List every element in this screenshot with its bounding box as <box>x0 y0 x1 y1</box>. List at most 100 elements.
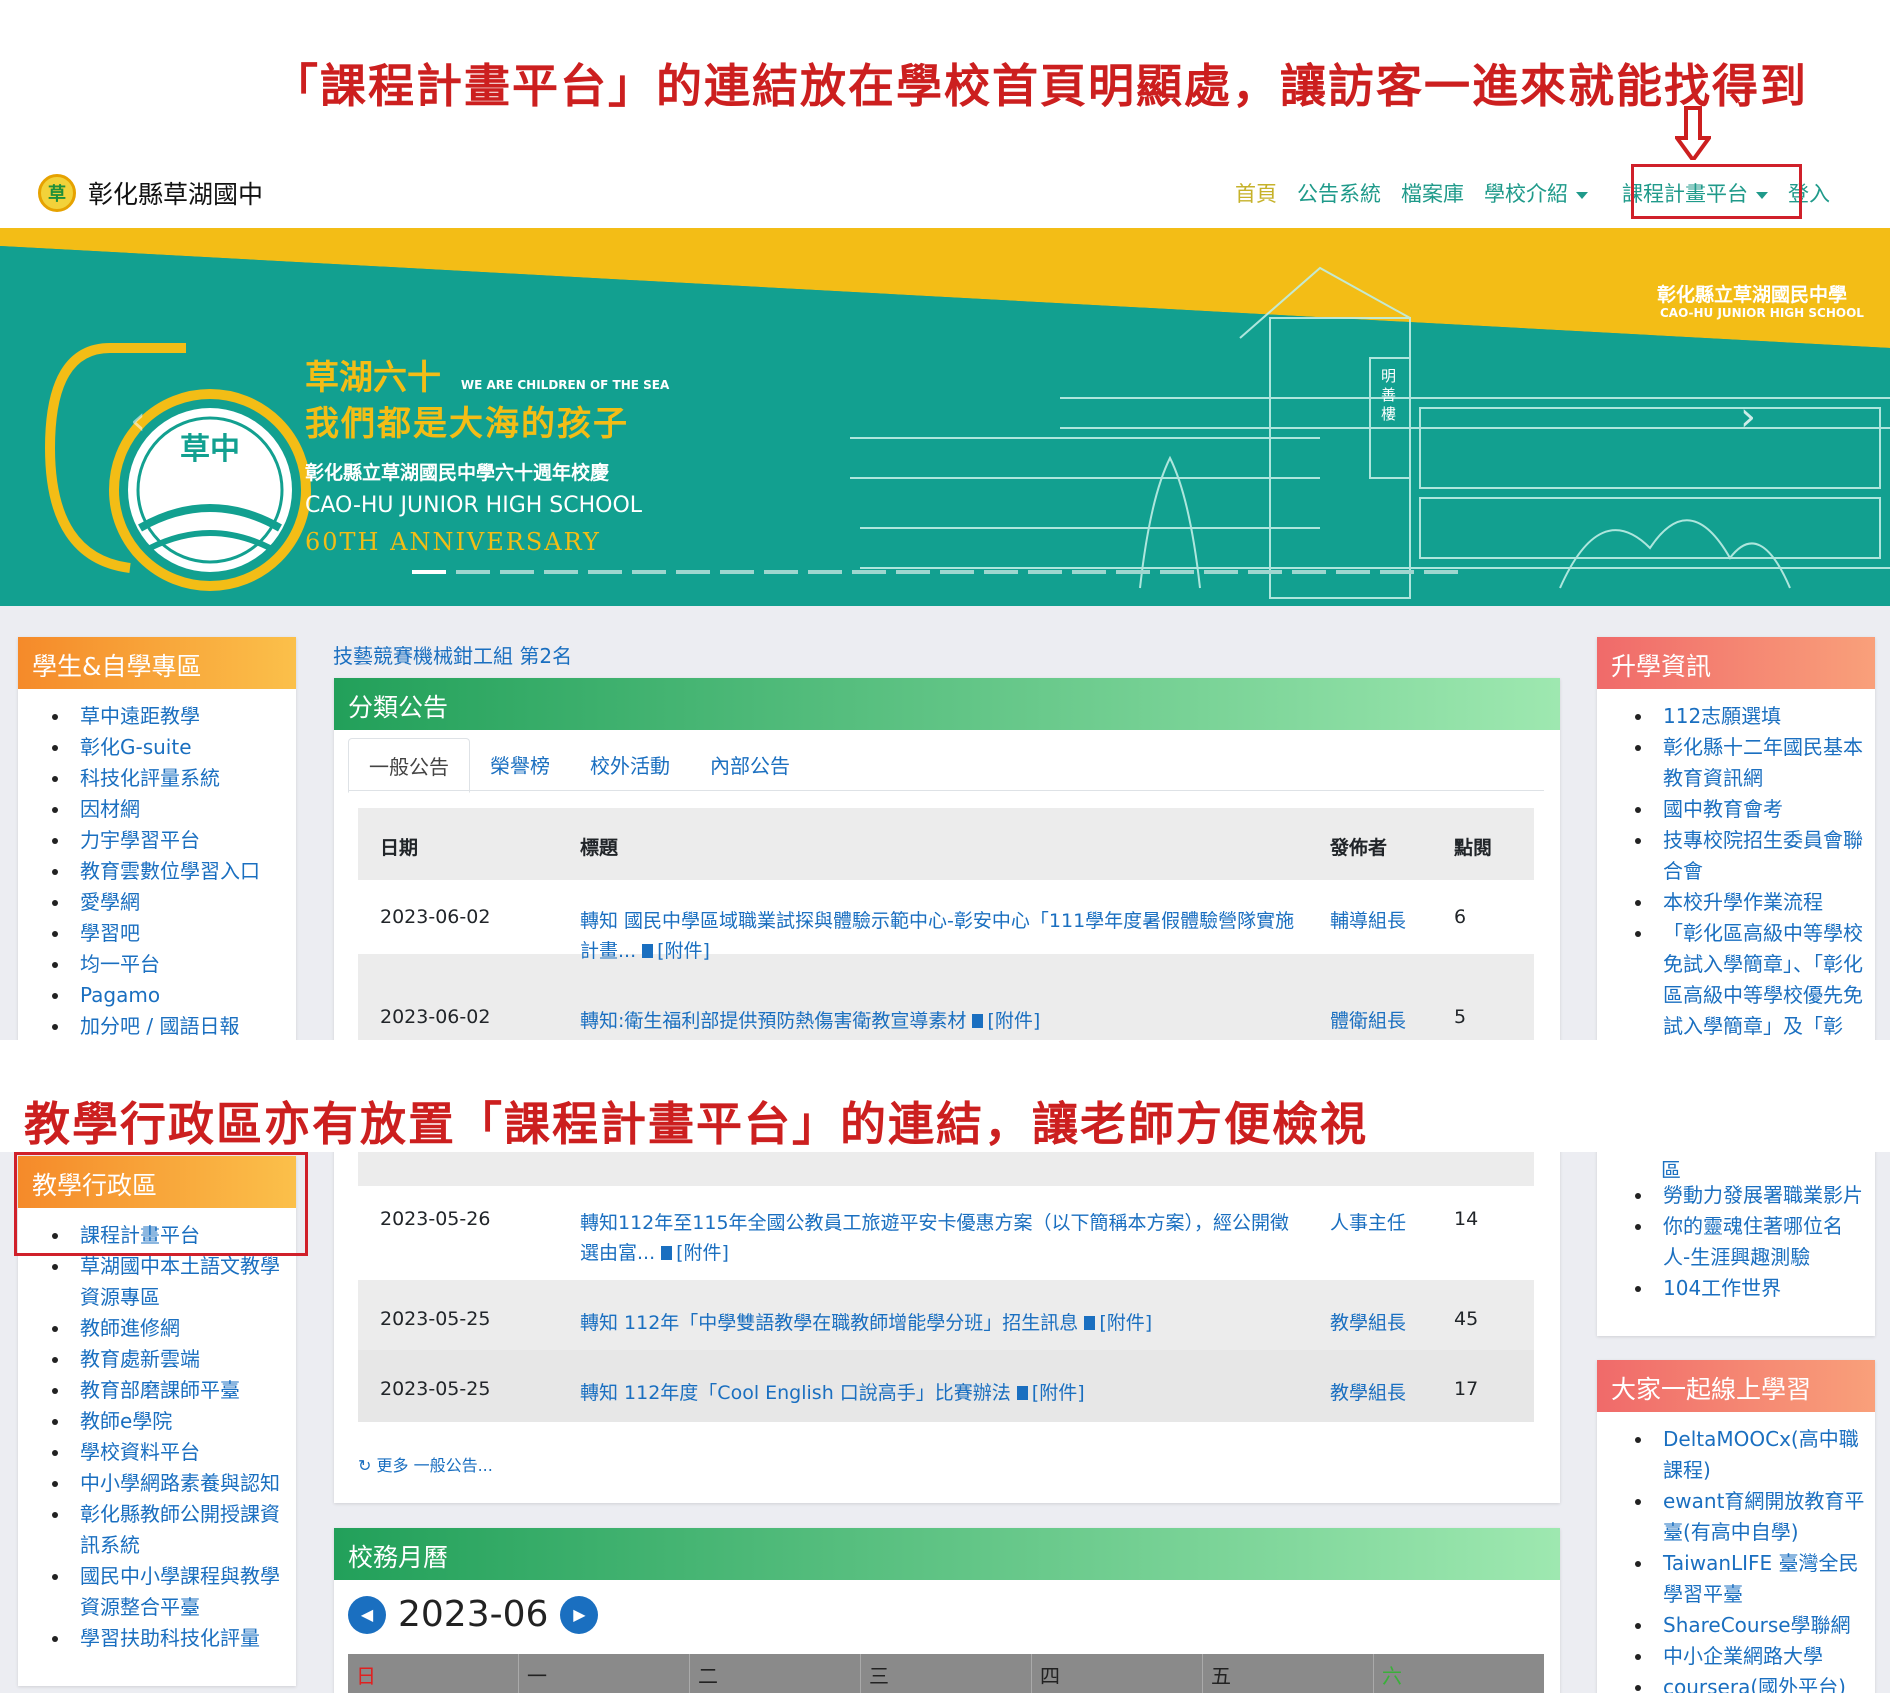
attach-link[interactable]: [附件] <box>1099 1312 1152 1334</box>
online-link[interactable]: 中小企業網路大學 <box>1635 1641 1865 1672</box>
attach-link[interactable]: [附件] <box>987 1010 1040 1032</box>
admission-link[interactable]: 技專校院招生委員會聯合會 <box>1635 825 1865 887</box>
prev-month-icon[interactable]: ◀ <box>348 1595 386 1634</box>
next-month-icon[interactable]: ▶ <box>560 1595 599 1634</box>
student-link[interactable]: Pagamo <box>52 980 296 1011</box>
career-fragment[interactable]: 區 <box>1661 1154 1681 1183</box>
nav-files[interactable]: 檔案庫 <box>1401 178 1464 208</box>
hero-banner: 彰化縣立草湖國民中學 CAO-HU JUNIOR HIGH SCHOOL 草湖六… <box>0 228 1890 606</box>
career-link[interactable]: 104工作世界 <box>1635 1273 1865 1304</box>
student-link[interactable]: 學習吧 <box>52 918 296 949</box>
teaching-link[interactable]: 中小學網路素養與認知 <box>52 1468 288 1499</box>
brand[interactable]: 草 彰化縣草湖國中 <box>38 174 263 212</box>
tab-honor[interactable]: 榮譽榜 <box>470 738 570 793</box>
calendar-month: 2023-06 <box>398 1594 549 1635</box>
teaching-link[interactable]: 教師進修網 <box>52 1313 288 1344</box>
row-author[interactable]: 體衛組長 <box>1330 1006 1406 1033</box>
row-title[interactable]: 轉知 國民中學區域職業試探與體驗示範中心-彰安中心「111學年度暑假體驗營隊實施… <box>580 906 1300 966</box>
online-link[interactable]: ewant育網開放教育平臺(有高中自學) <box>1635 1486 1865 1548</box>
file-icon <box>972 1014 984 1028</box>
file-icon <box>1084 1316 1096 1330</box>
teaching-links: 課程計畫平台 草湖國中本土語文教學資源專區 教師進修網 教育處新雲端 教育部磨課師平臺教… <box>18 1208 296 1654</box>
student-link[interactable]: 均一平台 <box>52 949 296 980</box>
weekday-fri: 五 <box>1203 1654 1374 1693</box>
tab-general[interactable]: 一般公告 <box>348 738 470 793</box>
teaching-link[interactable]: 草湖國中本土語文教學資源專區 <box>52 1251 288 1313</box>
online-link[interactable]: DeltaMOOCx(高中職課程) <box>1635 1424 1865 1486</box>
admission-link[interactable]: 本校升學作業流程 <box>1635 887 1865 918</box>
teaching-link[interactable]: 教育處新雲端 <box>52 1344 288 1375</box>
row-date: 2023-05-25 <box>380 1308 491 1330</box>
row-title-text: 轉知 112年度「Cool English 口說高手」比賽辦法 <box>580 1382 1011 1404</box>
admission-link[interactable]: 彰化縣十二年國民基本教育資訊網 <box>1635 732 1865 794</box>
student-link[interactable]: 因材網 <box>52 794 296 825</box>
row-author[interactable]: 教學組長 <box>1330 1378 1406 1405</box>
student-link[interactable]: 愛學網 <box>52 887 296 918</box>
banner-sub-en2: 60TH ANNIVERSARY <box>305 528 601 556</box>
online-link[interactable]: coursera(國外平台) <box>1635 1672 1865 1693</box>
row-title[interactable]: 轉知112年至115年全國公教員工旅遊平安卡優惠方案（以下簡稱本方案），經公開徵… <box>580 1208 1300 1268</box>
refresh-icon: ↻ <box>358 1456 377 1475</box>
weekday-sat: 六 <box>1382 1664 1402 1688</box>
th-date: 日期 <box>380 837 419 859</box>
row-title-text: 轉知 112年「中學雙語教學在職教師增能學分班」招生訊息 <box>580 1312 1079 1334</box>
tab-internal[interactable]: 內部公告 <box>690 738 810 793</box>
carousel-next-icon[interactable]: › <box>1740 394 1756 440</box>
row-title[interactable]: 轉知 112年度「Cool English 口說高手」比賽辦法 [附件] <box>580 1378 1300 1405</box>
attach-link[interactable]: [附件] <box>676 1242 729 1264</box>
student-link[interactable]: 加分吧 / 國語日報 <box>52 1011 296 1040</box>
annotation-bottom: 教學行政區亦有放置「課程計畫平台」的連結，讓老師方便檢視 <box>24 1097 1368 1151</box>
student-link[interactable]: 草中遠距教學 <box>52 701 296 732</box>
student-link[interactable]: 教育雲數位學習入口 <box>52 856 296 887</box>
row-title-text: 轉知:衛生福利部提供預防熱傷害衛教宣導素材 <box>580 1010 967 1032</box>
admission-link[interactable]: 112志願選填 <box>1635 701 1865 732</box>
weekday-tue: 二 <box>690 1654 861 1693</box>
nav-home[interactable]: 首頁 <box>1235 178 1277 208</box>
student-link[interactable]: 科技化評量系統 <box>52 763 296 794</box>
row-author[interactable]: 教學組長 <box>1330 1308 1406 1335</box>
teaching-link[interactable]: 學習扶助科技化評量 <box>52 1623 288 1654</box>
teaching-link[interactable]: 教育部磨課師平臺 <box>52 1375 288 1406</box>
banner-headline-en: WE ARE CHILDREN OF THE SEA <box>460 378 670 392</box>
site-name: 彰化縣草湖國中 <box>88 180 264 209</box>
teaching-link[interactable]: 國民中小學課程與教學資源整合平臺 <box>52 1561 288 1623</box>
nav-intro[interactable]: 學校介紹 <box>1484 178 1588 208</box>
banner-graphic <box>0 228 1890 606</box>
admission-link[interactable]: 「彰化區高級中等學校免試入學簡章」、「彰化區高級中等學校優先免試入學簡章」及「彰 <box>1635 918 1865 1040</box>
carousel-prev-icon[interactable]: ‹ <box>130 398 146 444</box>
banner-building-sign: 明善樓 <box>1379 368 1397 425</box>
weekday-mon: 一 <box>519 1654 690 1693</box>
online-link[interactable]: TaiwanLIFE 臺灣全民學習平臺 <box>1635 1548 1865 1610</box>
banner-headline1: 草湖六十 WE ARE CHILDREN OF THE SEA <box>305 350 669 399</box>
file-icon <box>642 944 654 958</box>
file-icon <box>1016 1386 1028 1400</box>
highlight-box-teaching <box>14 1152 308 1256</box>
student-link[interactable]: 彰化G-suite <box>52 732 296 763</box>
announcement-tabs: 一般公告 榮譽榜 校外活動 內部公告 <box>348 738 810 793</box>
more-link-text: 更多 一般公告... <box>376 1456 493 1475</box>
row-author[interactable]: 輔導組長 <box>1330 906 1406 933</box>
career-link[interactable]: 勞動力發展署職業影片 <box>1635 1180 1865 1211</box>
banner-headline2: 我們都是大海的孩子 <box>305 404 629 444</box>
more-link[interactable]: ↻ 更多 一般公告... <box>358 1452 493 1476</box>
row-date: 2023-06-02 <box>380 1006 491 1028</box>
student-links: 草中遠距教學 彰化G-suite 科技化評量系統 因材網 力宇學習平台 教育雲數位學習入口… <box>18 689 296 1040</box>
teaching-link[interactable]: 彰化縣教師公開授課資訊系統 <box>52 1499 288 1561</box>
attach-link[interactable]: [附件] <box>1032 1382 1085 1404</box>
nav-announce[interactable]: 公告系統 <box>1297 178 1381 208</box>
row-title[interactable]: 轉知:衛生福利部提供預防熱傷害衛教宣導素材 [附件] <box>580 1006 1300 1033</box>
admission-link[interactable]: 國中教育會考 <box>1635 794 1865 825</box>
row-title[interactable]: 轉知 112年「中學雙語教學在職教師增能學分班」招生訊息 [附件] <box>580 1308 1300 1335</box>
student-panel: 學生&自學專區 草中遠距教學 彰化G-suite 科技化評量系統 因材網 力宇學習平台教… <box>18 637 296 1040</box>
career-link[interactable]: 你的靈魂住著哪位名人-生涯興趣測驗 <box>1635 1211 1865 1273</box>
attach-link[interactable]: [附件] <box>657 940 710 962</box>
tab-outside[interactable]: 校外活動 <box>570 738 690 793</box>
student-link[interactable]: 力宇學習平台 <box>52 825 296 856</box>
announcement-title: 分類公告 <box>334 678 1560 730</box>
row-author[interactable]: 人事主任 <box>1330 1208 1406 1235</box>
teaching-link[interactable]: 教師e學院 <box>52 1406 288 1437</box>
teaching-link[interactable]: 學校資料平台 <box>52 1437 288 1468</box>
online-link[interactable]: ShareCourse學聯網 <box>1635 1610 1865 1641</box>
news-ticker[interactable]: 技藝競賽機械鉗工組 第2名 <box>333 640 572 669</box>
online-panel: 大家一起線上學習 DeltaMOOCx(高中職課程) ewant育網開放教育平臺(… <box>1597 1360 1875 1693</box>
